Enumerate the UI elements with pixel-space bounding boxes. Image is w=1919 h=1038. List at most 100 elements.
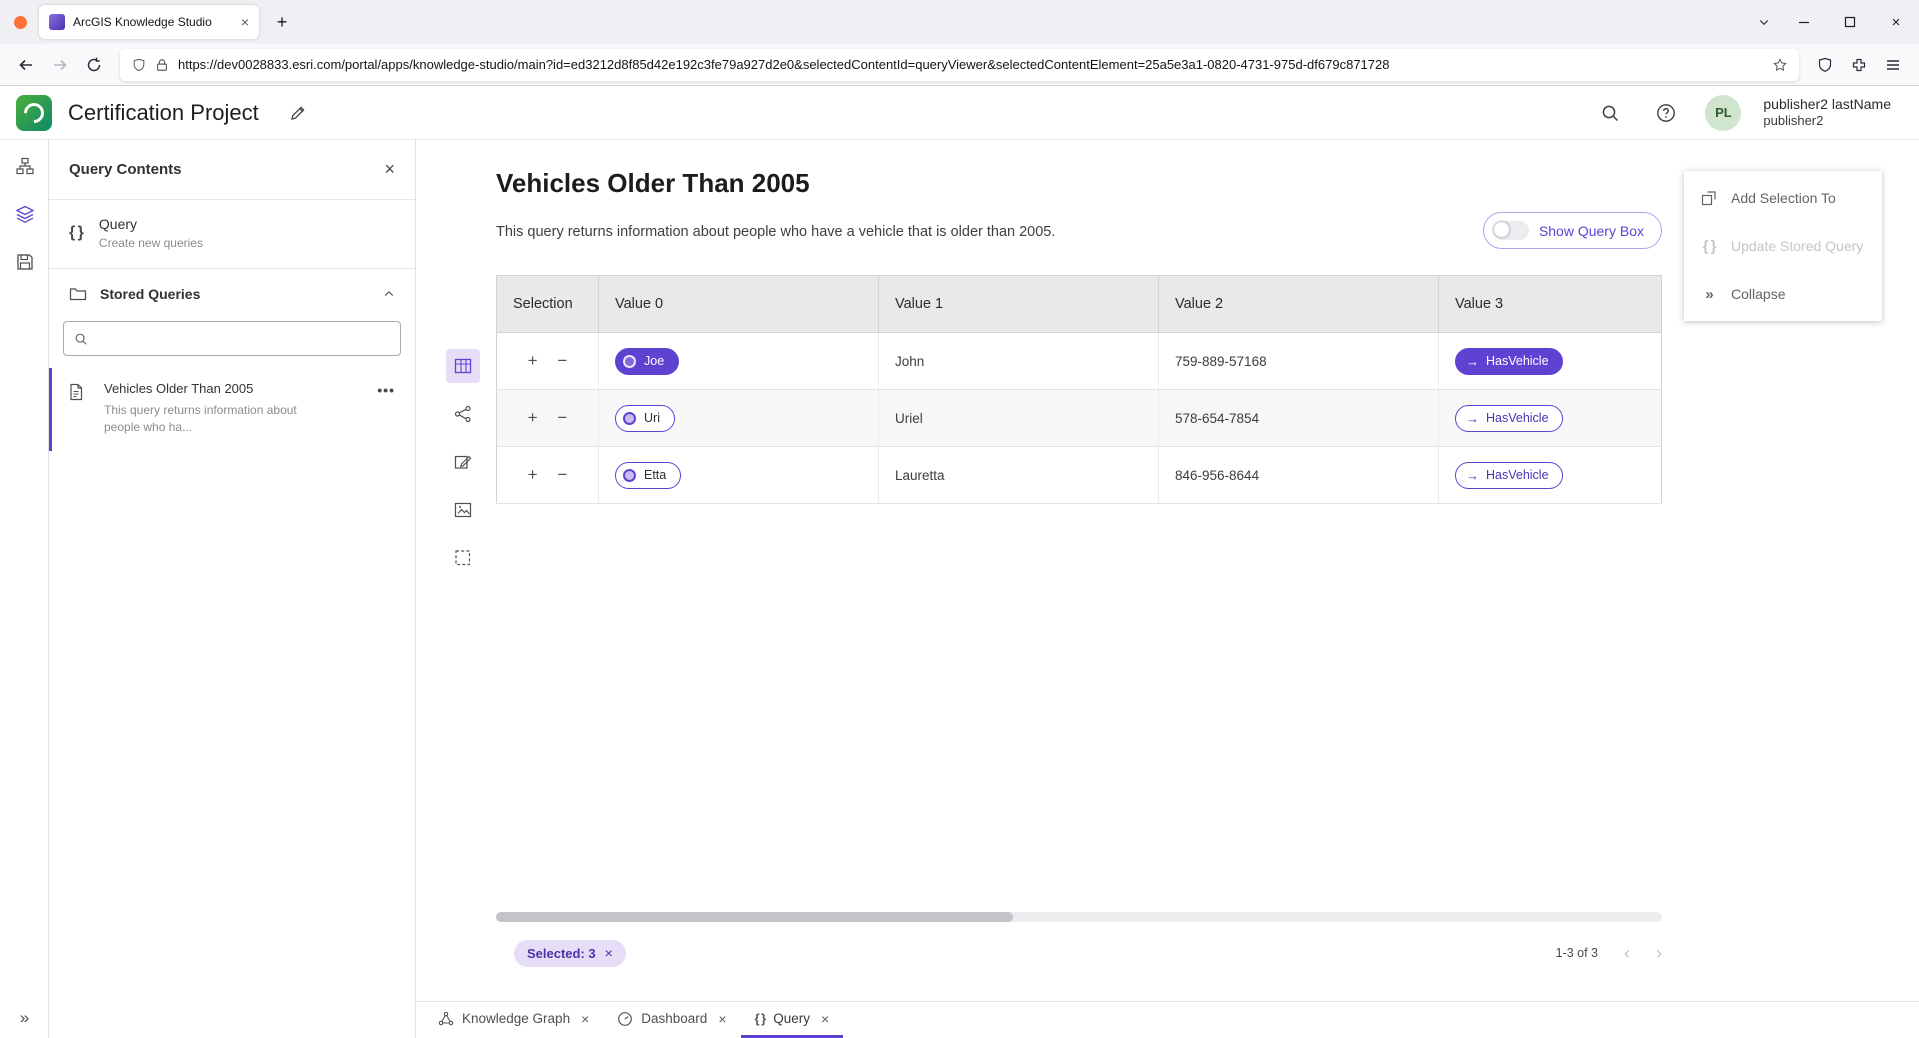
avatar[interactable]: PL — [1705, 95, 1741, 131]
app-body: » Query Contents × { } Query Create new … — [0, 140, 1919, 1038]
url-bar[interactable]: https://dev0028833.esri.com/portal/apps/… — [120, 49, 1799, 81]
stored-query-item[interactable]: Vehicles Older Than 2005 This query retu… — [49, 368, 415, 451]
pagination-label: 1-3 of 3 — [1556, 946, 1598, 960]
tab-dashboard[interactable]: Dashboard × — [603, 1002, 740, 1038]
braces-icon: { } — [69, 224, 83, 242]
relationship-pill[interactable]: →HasVehicle — [1455, 462, 1563, 489]
expand-rail-icon[interactable]: » — [0, 1008, 49, 1028]
tab-close-icon[interactable]: × — [718, 1011, 726, 1027]
viewer-title: Vehicles Older Than 2005 — [496, 168, 810, 199]
column-header-selection[interactable]: Selection — [497, 276, 599, 333]
tracking-protection-shield-icon[interactable] — [132, 58, 146, 72]
entity-dot-icon — [623, 412, 636, 425]
menu-item-collapse[interactable]: » Collapse — [1684, 270, 1882, 318]
table-row[interactable]: + − Joe John 759-889-57168 →HasVehicle — [497, 333, 1662, 390]
show-query-box-toggle[interactable]: Show Query Box — [1483, 212, 1662, 249]
reload-button[interactable] — [78, 50, 110, 80]
stored-query-title: Vehicles Older Than 2005 — [104, 381, 375, 396]
panel-close-icon[interactable]: × — [384, 159, 395, 180]
tab-close-icon[interactable]: × — [821, 1011, 829, 1027]
pagination: 1-3 of 3 ‹ › — [1556, 944, 1662, 962]
search-icon[interactable] — [1593, 96, 1627, 130]
lock-icon[interactable] — [155, 58, 169, 72]
help-icon[interactable] — [1649, 96, 1683, 130]
relationship-pill[interactable]: →HasVehicle — [1455, 348, 1563, 375]
previous-page-icon[interactable]: ‹ — [1624, 944, 1630, 962]
clear-selection-icon[interactable]: × — [605, 945, 613, 961]
scrollbar-thumb[interactable] — [496, 912, 1013, 922]
search-icon — [74, 332, 88, 346]
window-close-button[interactable]: × — [1873, 0, 1919, 44]
link-chart-icon[interactable] — [446, 397, 480, 431]
save-icon[interactable] — [0, 240, 49, 284]
app-menu-icon[interactable] — [1877, 50, 1909, 80]
extensions-icon[interactable] — [1843, 50, 1875, 80]
back-button[interactable] — [10, 50, 42, 80]
tab-knowledge-graph[interactable]: Knowledge Graph × — [424, 1002, 603, 1038]
window-minimize-button[interactable] — [1781, 0, 1827, 44]
search-input[interactable] — [97, 331, 390, 346]
toggle-switch[interactable] — [1493, 221, 1529, 240]
folder-icon — [69, 285, 87, 303]
new-query-title: Query — [99, 216, 203, 232]
edit-chart-icon[interactable] — [446, 445, 480, 479]
table-row[interactable]: + − Etta Lauretta 846-956-8644 →HasVehic… — [497, 447, 1662, 504]
map-view-icon[interactable] — [446, 493, 480, 527]
tab-close-icon[interactable]: × — [581, 1011, 589, 1027]
table-row[interactable]: + − Uri Uriel 578-654-7854 →HasVehicle — [497, 390, 1662, 447]
menu-item-add-selection-to[interactable]: Add Selection To — [1684, 174, 1882, 222]
edit-title-button[interactable] — [281, 96, 315, 130]
tab-query[interactable]: { } Query × — [741, 1002, 844, 1038]
contents-layers-icon[interactable] — [0, 192, 49, 236]
entity-pill[interactable]: Etta — [615, 462, 681, 489]
new-tab-button[interactable]: + — [267, 7, 297, 37]
item-options-icon[interactable]: ••• — [377, 382, 395, 398]
column-header-value0[interactable]: Value 0 — [599, 276, 879, 333]
next-page-icon[interactable]: › — [1656, 944, 1662, 962]
tab-close-icon[interactable]: × — [241, 14, 249, 30]
add-to-selection-icon[interactable]: + — [520, 351, 546, 371]
remove-from-selection-icon[interactable]: − — [549, 408, 575, 428]
menu-item-label: Collapse — [1731, 286, 1785, 302]
firefox-icon[interactable] — [14, 16, 27, 29]
menu-item-update-stored-query[interactable]: { } Update Stored Query — [1684, 222, 1882, 270]
pocket-icon[interactable] — [1809, 50, 1841, 80]
add-to-selection-icon[interactable]: + — [520, 465, 546, 485]
tab-label: Dashboard — [641, 1011, 707, 1026]
selected-count-chip[interactable]: Selected: 3 × — [514, 940, 626, 967]
add-selection-icon — [1700, 189, 1718, 207]
header-actions: PL publisher2 lastName publisher2 — [1593, 95, 1891, 131]
list-tabs-chevron-icon[interactable] — [1747, 5, 1781, 39]
stored-queries-searchbox[interactable] — [63, 321, 401, 356]
bookmark-star-icon[interactable] — [1773, 58, 1787, 72]
window-maximize-button[interactable] — [1827, 0, 1873, 44]
chevron-up-icon[interactable] — [383, 288, 395, 300]
arrow-right-icon: → — [1466, 412, 1479, 425]
user-menu[interactable]: publisher2 lastName publisher2 — [1763, 96, 1891, 130]
cell-value: John — [895, 354, 924, 369]
remove-from-selection-icon[interactable]: − — [549, 465, 575, 485]
column-header-value1[interactable]: Value 1 — [879, 276, 1159, 333]
stored-queries-header[interactable]: Stored Queries — [49, 269, 415, 313]
remove-from-selection-icon[interactable]: − — [549, 351, 575, 371]
add-to-selection-icon[interactable]: + — [520, 408, 546, 428]
entity-pill[interactable]: Joe — [615, 348, 679, 375]
selected-count-label: Selected: 3 — [527, 946, 596, 961]
selection-tools-icon[interactable] — [446, 541, 480, 575]
browser-tab-strip: ArcGIS Knowledge Studio × + × — [0, 0, 1919, 44]
cell-value: 578-654-7854 — [1175, 411, 1259, 426]
column-header-value3[interactable]: Value 3 — [1439, 276, 1662, 333]
relationship-pill[interactable]: →HasVehicle — [1455, 405, 1563, 432]
results-table-wrap: Selection Value 0 Value 1 Value 2 Value … — [496, 275, 1662, 504]
results-table: Selection Value 0 Value 1 Value 2 Value … — [496, 275, 1662, 504]
data-model-icon[interactable] — [0, 144, 49, 188]
column-header-value2[interactable]: Value 2 — [1159, 276, 1439, 333]
forward-button[interactable] — [44, 50, 76, 80]
browser-tab[interactable]: ArcGIS Knowledge Studio × — [39, 5, 259, 39]
table-view-icon[interactable] — [446, 349, 480, 383]
entity-pill[interactable]: Uri — [615, 405, 675, 432]
url-text: https://dev0028833.esri.com/portal/apps/… — [178, 57, 1764, 72]
entity-label: Etta — [644, 468, 666, 482]
new-query-item[interactable]: { } Query Create new queries — [49, 200, 415, 269]
horizontal-scrollbar[interactable] — [496, 912, 1662, 922]
